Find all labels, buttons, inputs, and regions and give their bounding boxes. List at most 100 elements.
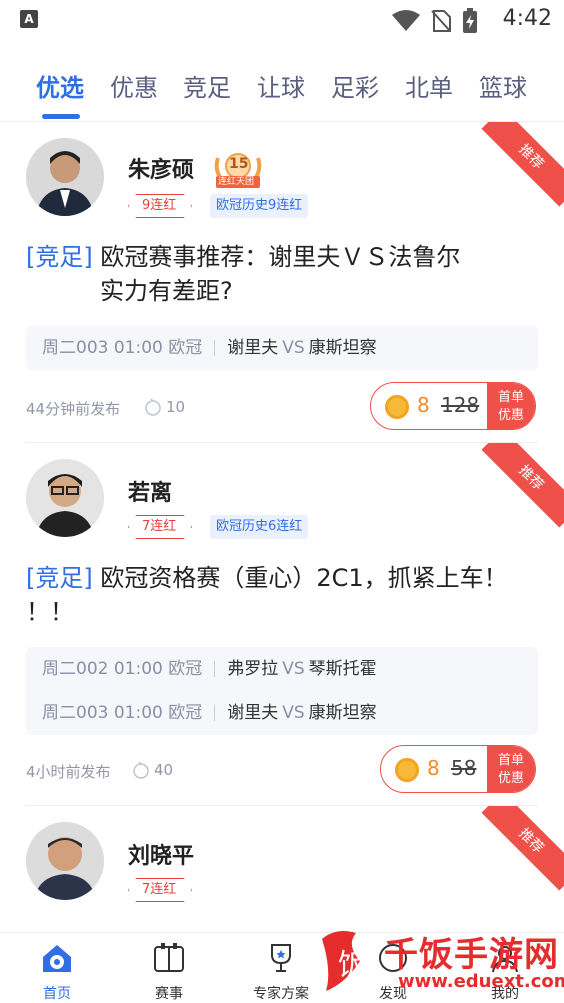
nav-discover-label: 发现 (379, 986, 407, 1002)
away-team: 康斯坦察 (308, 703, 377, 723)
coin-icon (385, 395, 409, 419)
bottom-navigation: 首页 赛事 专家方案 发现 我的 (0, 932, 564, 1002)
nav-profile-label: 我的 (491, 986, 519, 1002)
home-ball-icon (43, 945, 71, 972)
status-bar: A 4:42 (0, 0, 564, 40)
match-code: 周二002 01:00 欧冠 (42, 659, 203, 679)
profile-icon (492, 946, 518, 973)
nav-matches[interactable]: 赛事 (124, 941, 214, 1003)
avatar[interactable] (26, 822, 104, 900)
nav-expert-plans[interactable]: 专家方案 (236, 941, 326, 1003)
streak-badge: 7连红 (142, 519, 177, 534)
no-sim-icon (431, 10, 451, 32)
purchase-button[interactable]: 8 58 首单 优惠 (380, 745, 536, 793)
nav-expert-plans-label: 专家方案 (253, 986, 309, 1002)
tab-lanqiu[interactable]: 篮球 (479, 68, 527, 103)
current-price: 8 (427, 756, 440, 780)
original-price: 58 (451, 756, 477, 780)
active-tab-indicator (42, 114, 80, 119)
first-order-line1: 首单 (497, 753, 524, 768)
match-list: 周二002 01:00 欧冠 弗罗拉 VS 琴斯托霍 周二003 01:00 欧冠 谢里… (26, 647, 538, 735)
app-indicator-icon: A (20, 10, 38, 28)
nav-discover[interactable]: 发现 (348, 941, 438, 1003)
history-badge: 欧冠历史9连红 (210, 194, 309, 218)
match-code: 周二003 01:00 欧冠 (42, 338, 203, 358)
expert-name[interactable]: 若离 (128, 475, 172, 507)
clock: 4:42 (502, 6, 552, 31)
separator (214, 661, 216, 677)
purchase-button[interactable]: 8 128 首单 优惠 (370, 382, 536, 430)
first-order-badge: 首单 优惠 (487, 746, 535, 792)
nav-home[interactable]: 首页 (12, 941, 102, 1003)
wifi-icon (392, 10, 420, 31)
recommend-ribbon: 推荐 (464, 122, 564, 222)
recommend-ribbon: 推荐 (464, 443, 564, 543)
views-icon (145, 398, 161, 416)
nav-matches-label: 赛事 (155, 986, 183, 1002)
post-category: [竞足] (26, 243, 93, 271)
publish-time: 4小时前发布 (26, 763, 111, 781)
tab-youxuan[interactable]: 优选 (36, 68, 84, 103)
match-row[interactable]: 周二003 01:00 欧冠 谢里夫 VS 康斯坦察 (26, 326, 538, 370)
post-title[interactable]: [竞足] 欧冠资格赛（重心）2C1，抓紧上车！ ！！ (26, 561, 546, 629)
recommendation-card[interactable]: 刘晓平 7连红 推荐 (0, 806, 564, 932)
category-tabs: 优选 优惠 竞足 让球 足彩 北单 篮球 (0, 60, 564, 122)
recommendation-card[interactable]: 朱彦硕 15 连红天团 9连红 欧冠历史9连红 推荐 [竞足] 欧冠赛事推荐：谢… (0, 122, 564, 443)
avatar[interactable] (26, 138, 104, 216)
streak-badge: 9连红 (142, 198, 177, 213)
avatar[interactable] (26, 459, 104, 537)
views-icon (133, 761, 149, 779)
home-team: 谢里夫 (227, 338, 279, 358)
post-category: [竞足] (26, 564, 93, 592)
discover-icon (379, 944, 407, 972)
original-price: 128 (441, 393, 480, 417)
history-badge: 欧冠历史6连红 (210, 515, 309, 539)
tab-youhui[interactable]: 优惠 (110, 68, 158, 103)
level-badge: 15 连红天团 (210, 150, 266, 190)
match-list: 周二003 01:00 欧冠 谢里夫 VS 康斯坦察 (26, 326, 538, 370)
view-count: 40 (154, 761, 174, 779)
ribbon-label: 推荐 (481, 443, 564, 528)
post-title[interactable]: [竞足] 欧冠赛事推荐：谢里夫ＶＳ法鲁尔 实力有差距? (26, 240, 546, 308)
separator (214, 340, 216, 356)
tab-zucai[interactable]: 足彩 (331, 68, 379, 103)
tab-jingzu[interactable]: 竞足 (183, 68, 231, 103)
ribbon-label: 推荐 (481, 122, 564, 207)
first-order-line2: 优惠 (497, 408, 524, 423)
away-team: 琴斯托霍 (308, 659, 377, 679)
post-title-line2: 实力有差距? (100, 277, 233, 305)
match-row[interactable]: 周二003 01:00 欧冠 谢里夫 VS 康斯坦察 (26, 691, 538, 735)
post-title-line1: 欧冠赛事推荐：谢里夫ＶＳ法鲁尔 (100, 243, 461, 271)
first-order-line2: 优惠 (497, 771, 524, 786)
vs-label: VS (282, 703, 305, 723)
publish-time: 44分钟前发布 (26, 400, 121, 418)
recommendation-card[interactable]: 若离 7连红 欧冠历史6连红 推荐 [竞足] 欧冠资格赛（重心）2C1，抓紧上车… (0, 443, 564, 806)
expert-name[interactable]: 刘晓平 (128, 838, 194, 870)
tab-beidan[interactable]: 北单 (405, 68, 453, 103)
separator (214, 705, 216, 721)
home-team: 弗罗拉 (227, 659, 279, 679)
expert-avatar-icon (26, 459, 104, 537)
expert-avatar-icon (26, 138, 104, 216)
current-price: 8 (417, 393, 430, 417)
post-title-line1: 欧冠资格赛（重心）2C1，抓紧上车！ (100, 564, 508, 592)
nav-home-label: 首页 (43, 986, 71, 1002)
trophy-icon (271, 944, 291, 972)
ribbon-label: 推荐 (481, 806, 564, 891)
tab-rangqiu[interactable]: 让球 (257, 68, 305, 103)
match-row[interactable]: 周二002 01:00 欧冠 弗罗拉 VS 琴斯托霍 (26, 647, 538, 691)
home-team: 谢里夫 (227, 703, 279, 723)
coin-icon (395, 758, 419, 782)
scoreboard-icon (154, 943, 184, 972)
nav-profile[interactable]: 我的 (460, 941, 550, 1003)
streak-badge: 7连红 (142, 882, 177, 897)
level-number: 15 (229, 156, 249, 172)
battery-charging-icon (463, 8, 477, 33)
expert-name[interactable]: 朱彦硕 (128, 152, 194, 184)
status-icons (392, 8, 478, 34)
first-order-line1: 首单 (497, 390, 524, 405)
expert-avatar-icon (26, 822, 104, 900)
recommend-ribbon: 推荐 (464, 806, 564, 906)
match-code: 周二003 01:00 欧冠 (42, 703, 203, 723)
level-caption: 连红天团 (218, 177, 255, 187)
